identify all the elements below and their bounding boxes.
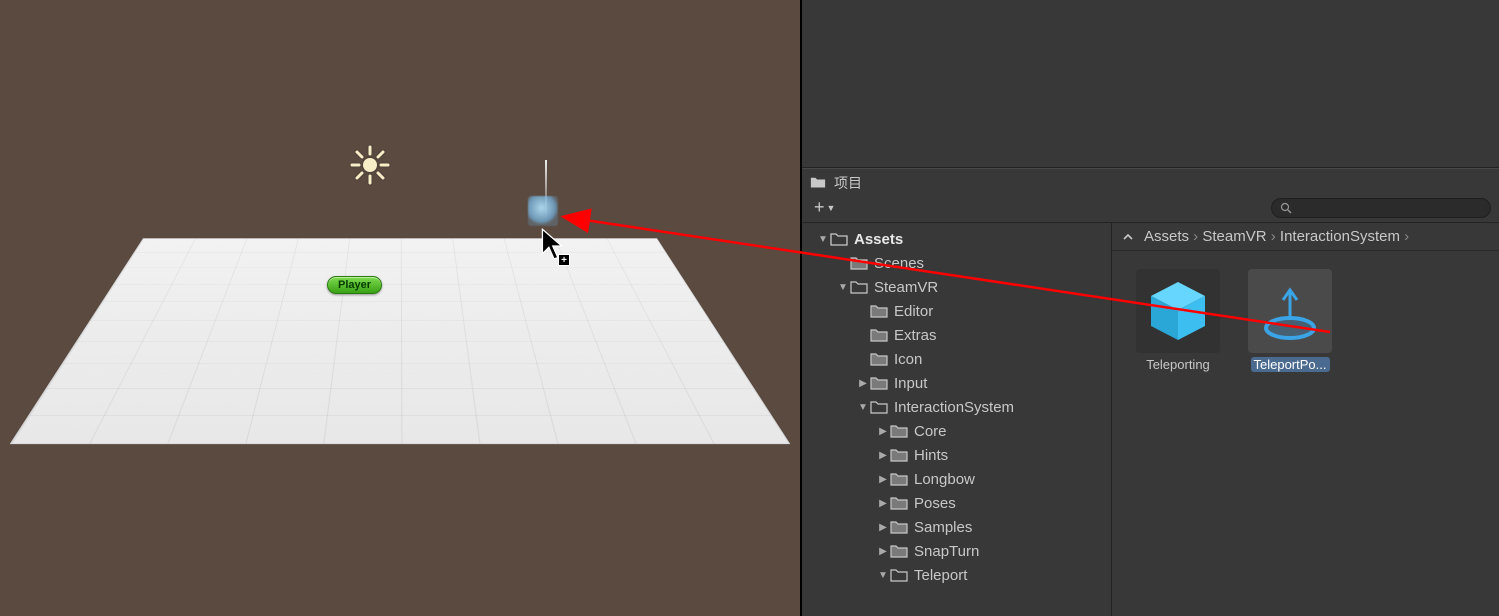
chevron-right-icon[interactable]: ▶	[876, 426, 890, 437]
tree-row[interactable]: ▶ Core	[802, 419, 1111, 443]
tree-label: Editor	[894, 303, 933, 320]
chevron-right-icon: ›	[1400, 228, 1409, 245]
folder-icon	[830, 232, 848, 246]
folder-icon	[890, 544, 908, 558]
scene-view[interactable]: Player +	[0, 0, 800, 616]
caret-up-icon[interactable]	[1122, 231, 1134, 243]
folder-icon	[850, 256, 868, 270]
tree-label: Longbow	[914, 471, 975, 488]
chevron-right-icon[interactable]: ▶	[856, 378, 870, 389]
folder-icon	[870, 352, 888, 366]
tree-row[interactable]: ▶Extras	[802, 323, 1111, 347]
chevron-down-icon[interactable]: ▼	[816, 234, 830, 245]
chevron-right-icon[interactable]: ▶	[876, 498, 890, 509]
create-asset-button[interactable]: + ▼	[810, 197, 839, 218]
tree-label: Icon	[894, 351, 922, 368]
tree-label: Input	[894, 375, 927, 392]
folder-icon	[890, 448, 908, 462]
breadcrumb-segment[interactable]: Assets	[1144, 228, 1189, 245]
project-asset-grid[interactable]: Teleporting TeleportPo...	[1112, 251, 1499, 616]
chevron-down-icon[interactable]: ▼	[876, 570, 890, 581]
tree-label: SteamVR	[874, 279, 938, 296]
breadcrumb-segment[interactable]: InteractionSystem	[1280, 228, 1400, 245]
chevron-down-icon[interactable]: ▼	[836, 282, 850, 293]
project-search[interactable]	[1271, 198, 1491, 218]
breadcrumb: Assets › SteamVR › InteractionSystem ›	[1112, 223, 1499, 251]
asset-item[interactable]: TeleportPo...	[1242, 265, 1338, 376]
tree-row[interactable]: ▼ Teleport	[802, 563, 1111, 587]
folder-icon	[890, 568, 908, 582]
project-panel: 项目 + ▼ ▼	[802, 168, 1499, 616]
project-search-input[interactable]	[1296, 201, 1482, 215]
tree-row[interactable]: ▶ Input	[802, 371, 1111, 395]
tree-label: Poses	[914, 495, 956, 512]
folder-icon	[870, 400, 888, 414]
right-dock: 项目 + ▼ ▼	[800, 0, 1499, 616]
chevron-down-icon[interactable]: ▼	[856, 402, 870, 413]
folder-icon	[890, 520, 908, 534]
plus-icon: +	[814, 197, 825, 218]
project-folder-tree[interactable]: ▼ Assets ▶Scenes▼SteamVR▶Editor▶Extras▶I…	[802, 223, 1112, 616]
asset-item[interactable]: Teleporting	[1130, 265, 1226, 376]
tree-row[interactable]: ▶Scenes	[802, 251, 1111, 275]
tree-row[interactable]: ▶ SnapTurn	[802, 539, 1111, 563]
tree-row[interactable]: ▼ SteamVR	[802, 275, 1111, 299]
tree-label: SnapTurn	[914, 543, 979, 560]
folder-icon	[890, 424, 908, 438]
chevron-right-icon: ›	[1189, 228, 1202, 245]
chevron-right-icon: ›	[1267, 228, 1280, 245]
folder-icon	[890, 496, 908, 510]
light-gizmo-icon	[350, 145, 390, 185]
tree-row[interactable]: ▶Editor	[802, 299, 1111, 323]
scene-ground-plane	[10, 238, 791, 444]
tree-label: InteractionSystem	[894, 399, 1014, 416]
tree-row[interactable]: ▶ Samples	[802, 515, 1111, 539]
chevron-down-icon: ▼	[827, 203, 836, 213]
tree-row[interactable]: ▶ Hints	[802, 443, 1111, 467]
folder-icon	[870, 304, 888, 318]
tree-row[interactable]: ▶Icon	[802, 347, 1111, 371]
tree-row[interactable]: ▶ Poses	[802, 491, 1111, 515]
tree-row-assets-root[interactable]: ▼ Assets	[802, 227, 1111, 251]
player-gameobject-label[interactable]: Player	[327, 276, 382, 294]
chevron-right-icon[interactable]: ▶	[876, 546, 890, 557]
project-panel-title: 项目	[834, 173, 862, 193]
teleport-point-icon	[1248, 269, 1332, 353]
project-asset-area: Assets › SteamVR › InteractionSystem › T…	[1112, 223, 1499, 616]
tree-label: Hints	[914, 447, 948, 464]
folder-icon	[850, 280, 868, 294]
chevron-right-icon[interactable]: ▶	[876, 474, 890, 485]
prefab-cube-icon	[1136, 269, 1220, 353]
folder-icon	[810, 176, 826, 190]
search-icon	[1280, 202, 1292, 214]
tree-label: Core	[914, 423, 947, 440]
tree-label: Scenes	[874, 255, 924, 272]
folder-icon	[870, 376, 888, 390]
asset-label: Teleporting	[1146, 357, 1210, 372]
tree-row[interactable]: ▶ Longbow	[802, 467, 1111, 491]
chevron-right-icon[interactable]: ▶	[876, 522, 890, 533]
chevron-right-icon[interactable]: ▶	[876, 450, 890, 461]
folder-icon	[870, 328, 888, 342]
inspector-panel-empty	[802, 0, 1499, 168]
tree-label: Extras	[894, 327, 937, 344]
project-body: ▼ Assets ▶Scenes▼SteamVR▶Editor▶Extras▶I…	[802, 223, 1499, 616]
tree-label: Samples	[914, 519, 972, 536]
tree-label: Teleport	[914, 567, 967, 584]
tree-label: Assets	[854, 231, 903, 248]
unity-editor: Player + 项目 + ▼	[0, 0, 1499, 616]
folder-icon	[890, 472, 908, 486]
project-toolbar: + ▼	[802, 195, 1499, 223]
project-panel-header[interactable]: 项目	[802, 168, 1499, 195]
dragged-prefab-ghost	[528, 196, 558, 226]
asset-label: TeleportPo...	[1251, 357, 1330, 372]
tree-row[interactable]: ▼ InteractionSystem	[802, 395, 1111, 419]
breadcrumb-segment[interactable]: SteamVR	[1202, 228, 1266, 245]
